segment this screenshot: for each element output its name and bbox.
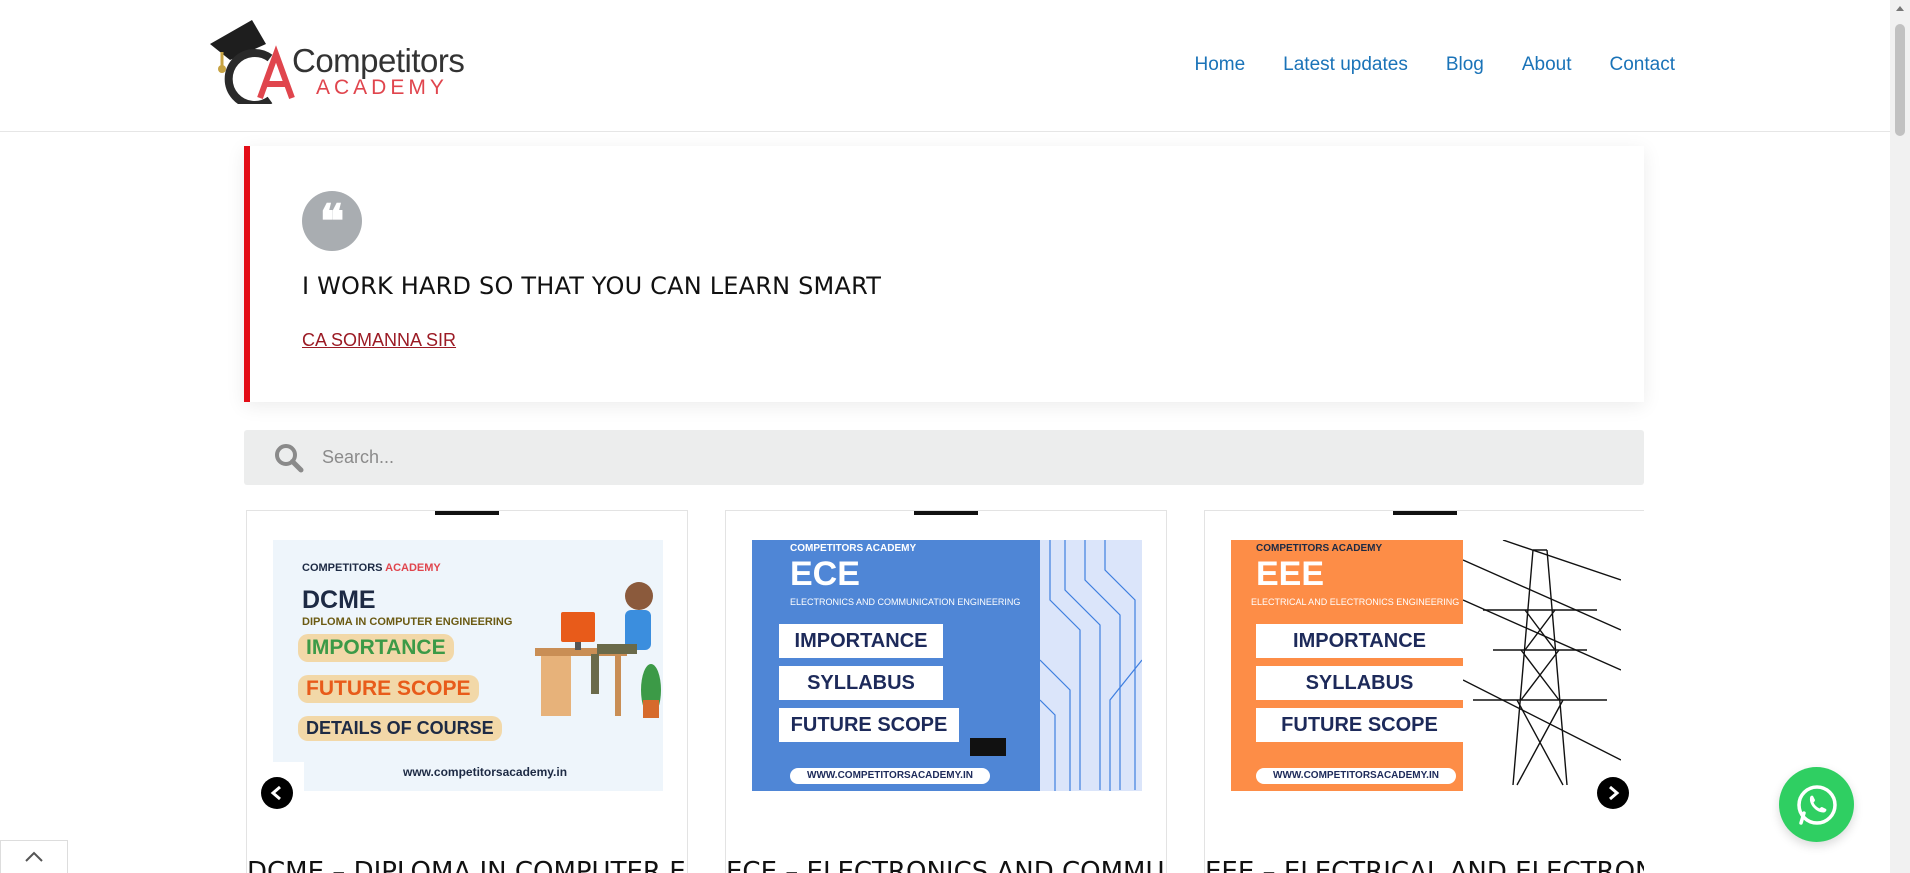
search-input[interactable] (322, 430, 1622, 485)
post-title[interactable]: ECE – ELECTRONICS AND COMMUNICATION ENGI… (726, 857, 1166, 873)
post-thumbnail[interactable]: COMPETITORS ACADEMY DCME DIPLOMA IN COMP… (273, 540, 663, 791)
nav-about[interactable]: About (1522, 54, 1572, 76)
thumb-brand: COMPETITORS ACADEMY (790, 543, 917, 554)
carousel-next-button[interactable] (1597, 777, 1629, 809)
thumb-item: IMPORTANCE (779, 624, 943, 658)
site-header: Competitors ACADEMY Home Latest updates … (0, 0, 1890, 132)
nav-contact[interactable]: Contact (1610, 54, 1675, 76)
circuit-icon (1039, 540, 1142, 791)
thumb-subtitle: DIPLOMA IN COMPUTER ENGINEERING (302, 616, 513, 628)
page-scrollbar[interactable] (1890, 0, 1910, 873)
thumb-url: WWW.COMPETITORSACADEMY.IN (790, 768, 990, 784)
thumb-subtitle: ELECTRONICS AND COMMUNICATION ENGINEERIN… (790, 597, 1021, 607)
carousel-prev-wrap (250, 762, 304, 824)
scroll-up-arrow-icon[interactable] (1896, 6, 1904, 11)
quote-text: I WORK HARD SO THAT YOU CAN LEARN SMART (302, 272, 882, 300)
thumb-item: FUTURE SCOPE (1256, 708, 1463, 742)
thumb-item: IMPORTANCE (1256, 624, 1463, 658)
chip-icon (970, 738, 1006, 756)
carousel-prev-button[interactable] (261, 777, 293, 809)
thumb-item: FUTURE SCOPE (298, 675, 479, 703)
thumb-url: www.competitorsacademy.in (403, 765, 568, 779)
card-accent-bar (1393, 511, 1457, 515)
thumb-item: FUTURE SCOPE (779, 708, 959, 742)
post-title[interactable]: DCME – DIPLOMA IN COMPUTER ENGINEERING (247, 857, 687, 873)
chevron-right-icon (1609, 785, 1620, 801)
post-title[interactable]: EEE – ELECTRICAL AND ELECTRONICS ENGINEE… (1205, 857, 1644, 873)
scrollbar-thumb[interactable] (1895, 24, 1905, 136)
site-logo[interactable]: Competitors ACADEMY (200, 14, 485, 104)
logo-wordmark: Competitors (292, 42, 465, 79)
post-card[interactable]: COMPETITORS ACADEMY EEE ELECTRICAL AND E… (1204, 510, 1644, 873)
nav-blog[interactable]: Blog (1446, 54, 1484, 76)
thumb-item: IMPORTANCE (298, 634, 454, 662)
search-bar (244, 430, 1644, 485)
card-accent-bar (914, 511, 978, 515)
thumb-subtitle: ELECTRICAL AND ELECTRONICS ENGINEERING (1251, 597, 1460, 607)
power-tower-icon (1463, 540, 1621, 786)
chevron-up-icon (25, 851, 43, 862)
whatsapp-button[interactable] (1779, 767, 1854, 842)
student-desk-illustration-icon (535, 582, 661, 718)
nav-latest-updates[interactable]: Latest updates (1283, 54, 1408, 76)
posts-carousel: COMPETITORS ACADEMY DCME DIPLOMA IN COMP… (244, 510, 1644, 873)
post-card[interactable]: COMPETITORS ACADEMY DCME DIPLOMA IN COMP… (246, 510, 688, 873)
post-card[interactable]: COMPETITORS ACADEMY ECE ELECTRONICS AND … (725, 510, 1167, 873)
quote-author-link[interactable]: CA SOMANNA SIR (302, 330, 456, 351)
nav-home[interactable]: Home (1194, 54, 1245, 76)
logo-subtitle: ACADEMY (316, 76, 448, 99)
whatsapp-icon (1796, 784, 1837, 825)
quote-card: ❝ I WORK HARD SO THAT YOU CAN LEARN SMAR… (244, 146, 1644, 402)
scroll-to-top-button[interactable] (0, 840, 68, 873)
post-thumbnail[interactable]: COMPETITORS ACADEMY ECE ELECTRONICS AND … (752, 540, 1142, 791)
main-nav: Home Latest updates Blog About Contact (1194, 54, 1675, 76)
thumb-code: EEE (1256, 555, 1325, 593)
thumb-item: SYLLABUS (1256, 666, 1463, 700)
card-accent-bar (435, 511, 499, 515)
post-thumbnail[interactable]: COMPETITORS ACADEMY EEE ELECTRICAL AND E… (1231, 540, 1621, 791)
thumb-code: ECE (790, 555, 860, 593)
thumb-brand: COMPETITORS ACADEMY (302, 562, 441, 574)
thumb-item: DETAILS OF COURSE (298, 716, 502, 741)
circuit-panel (1039, 540, 1142, 791)
thumb-code: DCME (302, 586, 376, 614)
thumb-brand: COMPETITORS ACADEMY (1256, 543, 1383, 554)
thumb-url: WWW.COMPETITORSACADEMY.IN (1256, 768, 1456, 784)
thumb-item: SYLLABUS (779, 666, 943, 700)
chevron-left-icon (270, 785, 281, 801)
quote-icon: ❝ (302, 191, 362, 251)
search-icon[interactable] (274, 443, 304, 473)
